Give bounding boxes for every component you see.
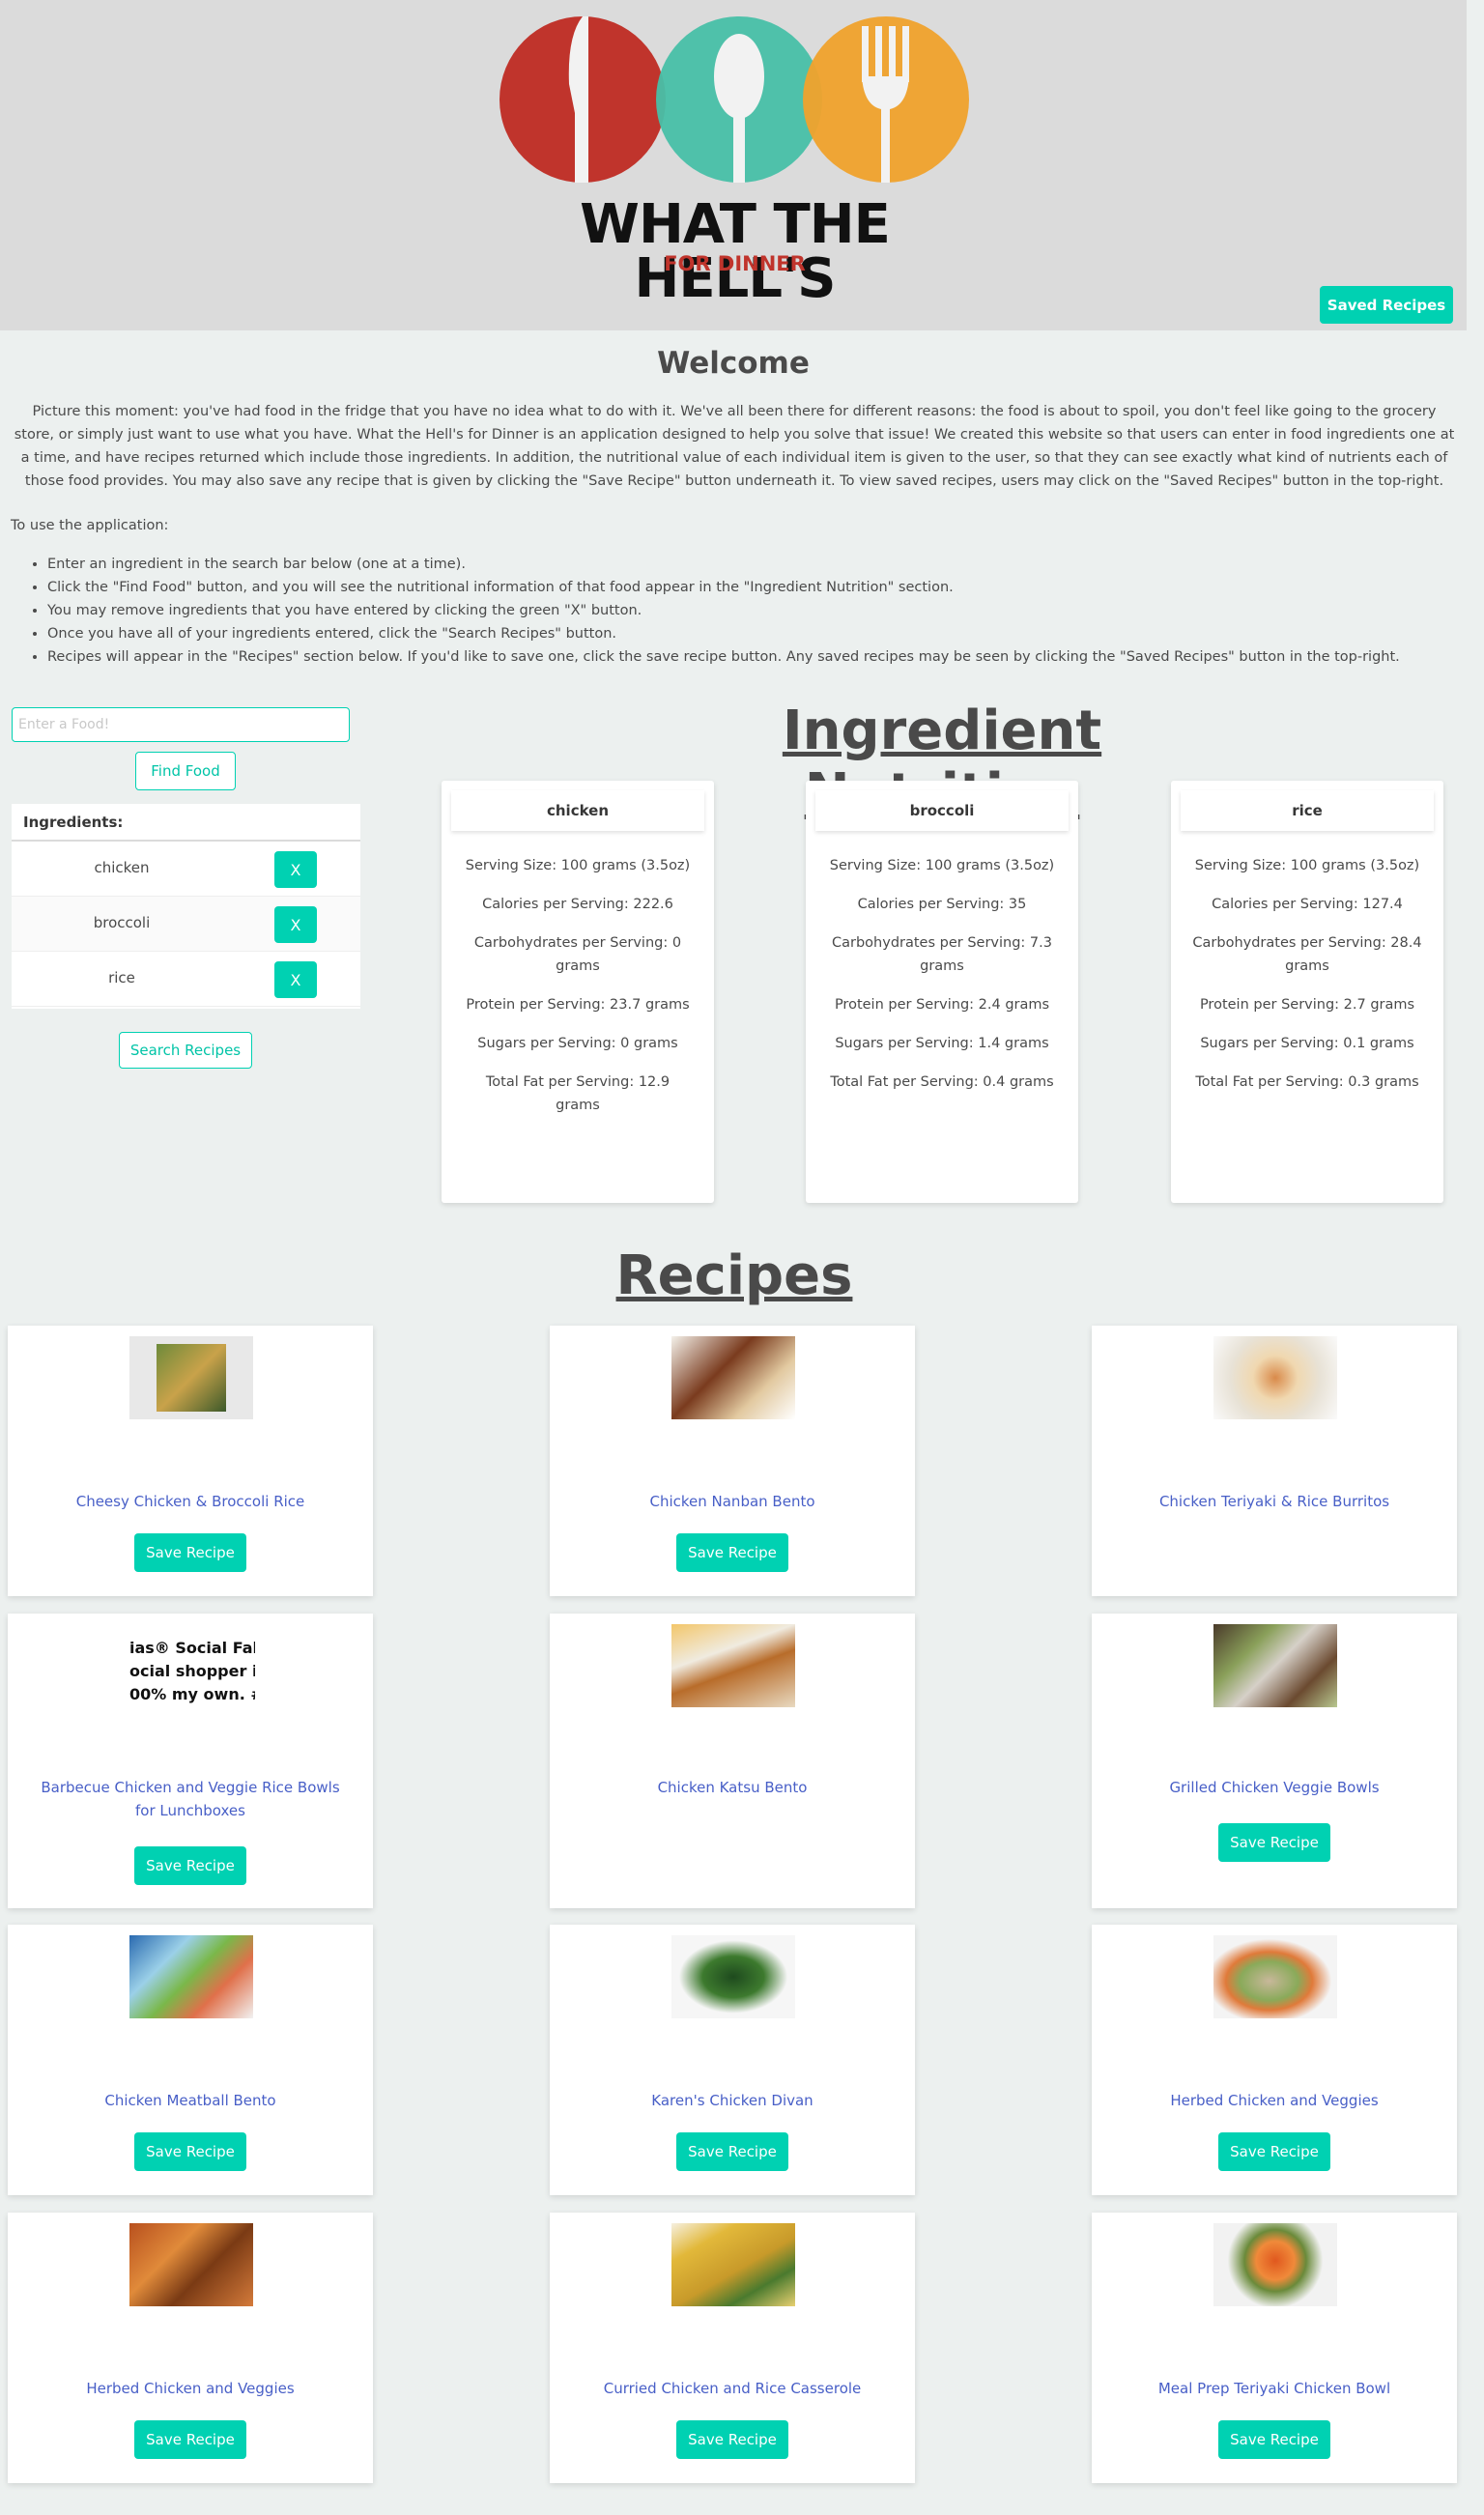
recipes-section-title: Recipes	[615, 1244, 853, 1307]
save-recipe-button[interactable]: Save Recipe	[676, 2420, 788, 2459]
site-logo: WHAT THE HELL'S FOR DINNER	[499, 16, 970, 306]
usage-step: Recipes will appear in the "Recipes" sec…	[47, 645, 1477, 669]
site-header: WHAT THE HELL'S FOR DINNER Saved Recipes	[0, 0, 1467, 330]
usage-steps: Enter an ingredient in the search bar be…	[11, 553, 1477, 669]
ingredient-row: rice X	[12, 952, 360, 1007]
remove-ingredient-button[interactable]: X	[274, 906, 317, 943]
nutrition-calories: Calories per Serving: 222.6	[482, 897, 673, 912]
ingredient-row: broccoli X	[12, 897, 360, 952]
recipe-image[interactable]	[129, 1935, 253, 2018]
ingredient-name: broccoli	[93, 914, 151, 931]
recipe-image-text[interactable]: ias® Social Fabric ocial shopper insig 0…	[129, 1637, 255, 1706]
recipe-card: Cheesy Chicken & Broccoli Rice Save Reci…	[8, 1326, 373, 1596]
ingredients-panel: Ingredients: chicken X broccoli X rice X	[12, 804, 360, 1009]
recipe-image[interactable]	[1213, 1935, 1337, 2018]
recipe-title-link[interactable]: Chicken Meatball Bento	[37, 2089, 344, 2112]
recipe-image[interactable]	[671, 1935, 795, 2018]
nutrition-card-title: chicken	[451, 790, 704, 831]
save-recipe-button[interactable]: Save Recipe	[676, 2132, 788, 2171]
ingredient-name: chicken	[94, 859, 150, 876]
recipe-image[interactable]	[1213, 2223, 1337, 2306]
save-recipe-button[interactable]: Save Recipe	[1218, 2132, 1330, 2171]
ingredient-row: chicken X	[12, 842, 360, 897]
recipe-card: Chicken Katsu Bento	[550, 1614, 915, 1908]
recipe-card: Herbed Chicken and Veggies Save Recipe	[8, 2213, 373, 2483]
nutrition-sugars: Sugars per Serving: 0.1 grams	[1200, 1036, 1414, 1051]
plate-cutlery-icon	[499, 16, 969, 183]
nutrition-calories: Calories per Serving: 35	[857, 897, 1027, 912]
save-recipe-button[interactable]: Save Recipe	[134, 1533, 246, 1572]
nutrition-protein: Protein per Serving: 23.7 grams	[466, 997, 690, 1013]
nutrition-carbs: Carbohydrates per Serving: 7.3 grams	[832, 935, 1052, 974]
usage-step: Click the "Find Food" button, and you wi…	[47, 576, 1477, 599]
nutrition-sugars: Sugars per Serving: 1.4 grams	[835, 1036, 1049, 1051]
ingredients-header: Ingredients:	[12, 804, 360, 842]
save-recipe-button[interactable]: Save Recipe	[134, 1846, 246, 1885]
nutrition-fat: Total Fat per Serving: 12.9 grams	[485, 1074, 671, 1113]
nutrition-calories: Calories per Serving: 127.4	[1212, 897, 1403, 912]
remove-ingredient-button[interactable]: X	[274, 851, 317, 888]
nutrition-serving: Serving Size: 100 grams (3.5oz)	[829, 858, 1055, 873]
recipe-image[interactable]	[671, 1336, 795, 1419]
save-recipe-button[interactable]: Save Recipe	[1218, 1823, 1330, 1862]
recipe-card: ias® Social Fabric ocial shopper insig 0…	[8, 1614, 373, 1908]
search-recipes-button[interactable]: Search Recipes	[119, 1032, 252, 1069]
intro-paragraph: Picture this moment: you've had food in …	[14, 404, 1455, 489]
save-recipe-button[interactable]: Save Recipe	[134, 2420, 246, 2459]
save-recipe-button[interactable]: Save Recipe	[134, 2132, 246, 2171]
recipe-title-link[interactable]: Cheesy Chicken & Broccoli Rice	[37, 1490, 344, 1513]
usage-label: To use the application:	[11, 518, 169, 533]
recipe-card: Meal Prep Teriyaki Chicken Bowl Save Rec…	[1092, 2213, 1457, 2483]
recipe-card: Curried Chicken and Rice Casserole Save …	[550, 2213, 915, 2483]
nutrition-protein: Protein per Serving: 2.7 grams	[1199, 997, 1415, 1013]
food-search-input[interactable]	[12, 707, 350, 742]
recipe-title-link[interactable]: Chicken Katsu Bento	[579, 1776, 886, 1799]
recipe-image[interactable]	[671, 2223, 795, 2306]
recipe-title-link[interactable]: Curried Chicken and Rice Casserole	[579, 2377, 886, 2400]
recipe-image[interactable]	[1213, 1336, 1337, 1419]
ingredient-name: rice	[108, 969, 135, 986]
recipe-title-link[interactable]: Grilled Chicken Veggie Bowls	[1121, 1776, 1428, 1799]
recipe-card: Grilled Chicken Veggie Bowls Save Recipe	[1092, 1614, 1457, 1908]
save-recipe-button[interactable]: Save Recipe	[1218, 2420, 1330, 2459]
nutrition-card-title: rice	[1181, 790, 1434, 831]
nutrition-protein: Protein per Serving: 2.4 grams	[834, 997, 1050, 1013]
welcome-title: Welcome	[657, 346, 810, 381]
nutrition-serving: Serving Size: 100 grams (3.5oz)	[465, 858, 691, 873]
nutrition-fat: Total Fat per Serving: 0.3 grams	[1195, 1074, 1419, 1090]
recipe-title-link[interactable]: Chicken Nanban Bento	[579, 1490, 886, 1513]
usage-step: You may remove ingredients that you have…	[47, 599, 1477, 622]
recipe-image[interactable]	[1213, 1624, 1337, 1707]
save-recipe-button[interactable]: Save Recipe	[676, 1533, 788, 1572]
recipe-title-link[interactable]: Barbecue Chicken and Veggie Rice Bowls f…	[37, 1776, 344, 1822]
usage-step: Once you have all of your ingredients en…	[47, 622, 1477, 645]
recipe-title-link[interactable]: Chicken Teriyaki & Rice Burritos	[1121, 1490, 1428, 1513]
recipe-card: Chicken Teriyaki & Rice Burritos	[1092, 1326, 1457, 1596]
recipe-image[interactable]	[129, 1336, 253, 1419]
recipe-card: Chicken Meatball Bento Save Recipe	[8, 1925, 373, 2195]
find-food-button[interactable]: Find Food	[135, 752, 236, 790]
logo-subtitle: FOR DINNER	[664, 252, 806, 275]
recipe-title-link[interactable]: Herbed Chicken and Veggies	[1121, 2089, 1428, 2112]
saved-recipes-button[interactable]: Saved Recipes	[1320, 286, 1453, 324]
nutrition-fat: Total Fat per Serving: 0.4 grams	[830, 1074, 1054, 1090]
remove-ingredient-button[interactable]: X	[274, 961, 317, 998]
nutrition-sugars: Sugars per Serving: 0 grams	[477, 1036, 678, 1051]
recipe-card: Karen's Chicken Divan Save Recipe	[550, 1925, 915, 2195]
recipe-title-link[interactable]: Karen's Chicken Divan	[579, 2089, 886, 2112]
usage-step: Enter an ingredient in the search bar be…	[47, 553, 1477, 576]
recipe-image[interactable]	[129, 2223, 253, 2306]
nutrition-carbs: Carbohydrates per Serving: 28.4 grams	[1192, 935, 1422, 974]
nutrition-card-title: broccoli	[815, 790, 1069, 831]
recipe-title-link[interactable]: Meal Prep Teriyaki Chicken Bowl	[1121, 2377, 1428, 2400]
nutrition-carbs: Carbohydrates per Serving: 0 grams	[473, 935, 682, 974]
nutrition-serving: Serving Size: 100 grams (3.5oz)	[1194, 858, 1420, 873]
nutrition-card: broccoli Serving Size: 100 grams (3.5oz)…	[806, 781, 1078, 1203]
recipe-title-link[interactable]: Herbed Chicken and Veggies	[37, 2377, 344, 2400]
recipe-card: Chicken Nanban Bento Save Recipe	[550, 1326, 915, 1596]
nutrition-card: rice Serving Size: 100 grams (3.5oz) Cal…	[1171, 781, 1443, 1203]
recipe-image[interactable]	[671, 1624, 795, 1707]
nutrition-card: chicken Serving Size: 100 grams (3.5oz) …	[442, 781, 714, 1203]
recipe-card: Herbed Chicken and Veggies Save Recipe	[1092, 1925, 1457, 2195]
